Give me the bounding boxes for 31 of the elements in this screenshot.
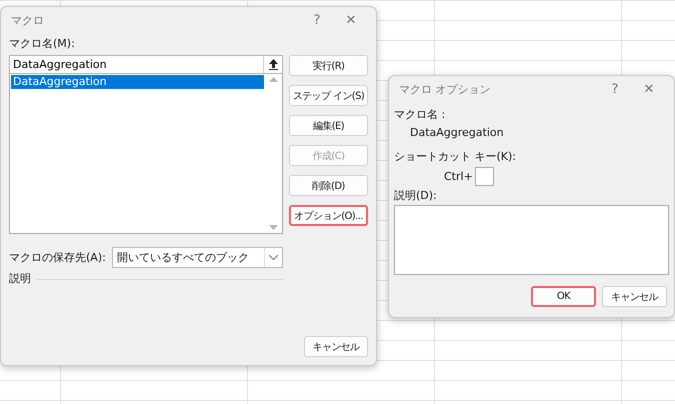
window-title: マクロ オプション <box>399 82 492 96</box>
shortcut-key-field[interactable] <box>474 167 494 186</box>
dialog-button[interactable]: OK <box>531 286 596 307</box>
dialog-button[interactable]: 削除(D) <box>289 175 368 196</box>
scroll-up-icon[interactable] <box>269 77 278 82</box>
dialog-button[interactable]: オプション(O)... <box>289 205 368 226</box>
dialog-button[interactable]: ステップ イン(S) <box>289 85 368 106</box>
list-item[interactable]: DataAggregation <box>11 75 264 89</box>
dialog-button[interactable]: 編集(E) <box>289 115 368 136</box>
field-label: ショートカット キー(K): <box>394 150 517 164</box>
macro-name-field[interactable]: DataAggregation <box>9 55 263 74</box>
macro-name: DataAggregation <box>409 126 505 140</box>
description-field[interactable] <box>394 205 669 275</box>
close-button[interactable]: ✕ <box>632 82 666 96</box>
ctrl-label: Ctrl+ <box>444 170 473 184</box>
help-button[interactable]: ? <box>300 12 334 28</box>
field-label: マクロの保存先(A): <box>9 250 106 264</box>
window-title: マクロ <box>11 12 45 28</box>
field-label: マクロ名(M): <box>9 37 76 51</box>
close-button[interactable]: ✕ <box>334 12 368 28</box>
dialog-button[interactable]: キャンセル <box>602 286 667 307</box>
dialog-button[interactable]: 実行(R) <box>289 55 368 76</box>
field-label: マクロ名 : <box>394 108 446 122</box>
cancel-button[interactable]: キャンセル <box>304 336 368 357</box>
store-dropdown[interactable]: 開いているすべてのブック <box>112 247 283 268</box>
upload-icon[interactable] <box>263 55 283 74</box>
section-label: 説明 <box>9 272 31 286</box>
field-label: 説明(D): <box>394 189 438 203</box>
help-button[interactable]: ? <box>598 82 632 96</box>
scroll-down-icon[interactable] <box>269 225 278 230</box>
chevron-down-icon <box>269 255 278 260</box>
